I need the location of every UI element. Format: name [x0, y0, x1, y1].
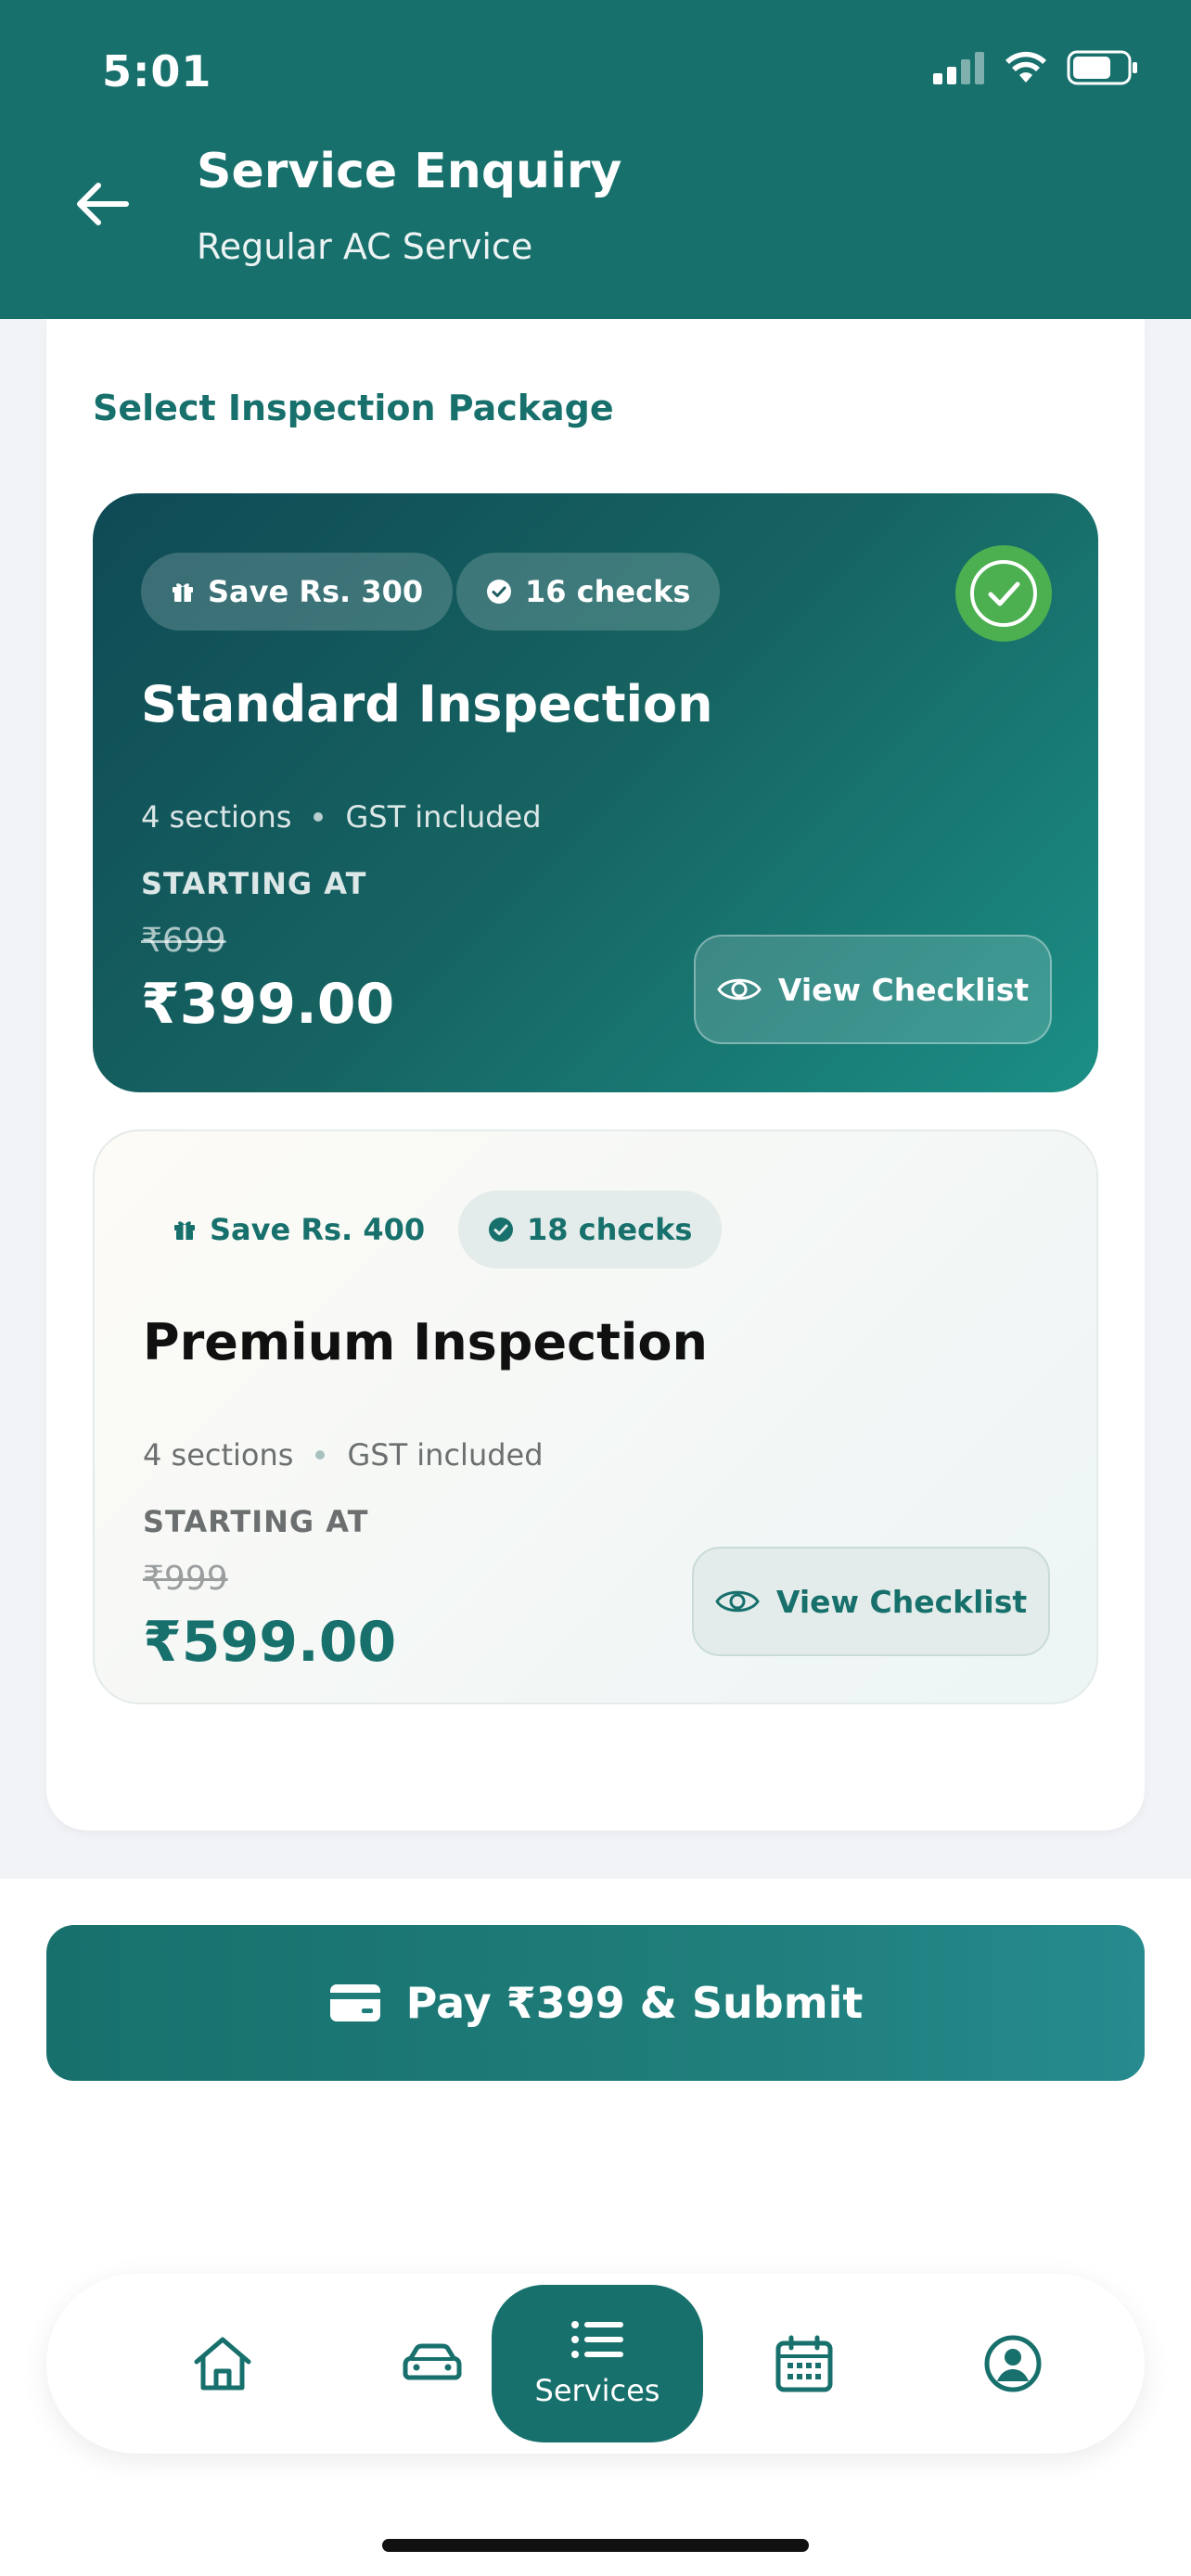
view-checklist-button[interactable]: View Checklist [692, 1547, 1050, 1656]
back-button[interactable] [65, 167, 139, 241]
price: ₹599.00 [143, 1610, 397, 1675]
profile-icon [984, 2335, 1042, 2392]
eye-icon [715, 1590, 760, 1613]
pay-submit-label: Pay ₹399 & Submit [405, 1978, 864, 2028]
pay-submit-button[interactable]: Pay ₹399 & Submit [46, 1925, 1145, 2081]
save-chip: Save Rs. 300 [141, 553, 454, 631]
wifi-icon [1005, 51, 1046, 83]
nav-services[interactable]: Services [492, 2285, 703, 2442]
checks-chip: 16 checks [456, 553, 721, 631]
nav-car[interactable] [358, 2274, 506, 2454]
gift-icon [173, 583, 193, 602]
package-name: Standard Inspection [141, 675, 713, 733]
check-circle-icon [489, 1218, 513, 1242]
battery-icon [1067, 50, 1137, 85]
checks-label: 16 checks [525, 574, 691, 609]
price: ₹399.00 [141, 972, 395, 1037]
view-checklist-button[interactable]: View Checklist [694, 935, 1052, 1044]
old-price: ₹999 [143, 1560, 228, 1598]
section-title: Select Inspection Package [93, 388, 614, 428]
package-meta: 4 sections GST included [143, 1437, 544, 1473]
old-price: ₹699 [141, 922, 226, 960]
gst-text: GST included [345, 799, 542, 835]
eye-icon [717, 978, 762, 1001]
separator-dot [314, 812, 324, 822]
selected-badge [955, 545, 1052, 642]
bottom-navigation: Services [46, 2274, 1145, 2454]
view-checklist-label: View Checklist [775, 1583, 1028, 1620]
package-card-standard[interactable]: Save Rs. 300 16 checks Standard Inspecti… [93, 493, 1098, 1092]
home-icon [194, 2337, 251, 2391]
starting-at-label: STARTING AT [143, 1504, 369, 1539]
checks-label: 18 checks [527, 1212, 693, 1247]
view-checklist-label: View Checklist [777, 971, 1030, 1008]
check-circle-icon [487, 580, 511, 604]
checks-chip: 18 checks [458, 1191, 723, 1269]
gift-icon [174, 1221, 195, 1240]
card-icon [329, 1984, 380, 2021]
nav-services-label: Services [534, 2373, 660, 2408]
page-subtitle: Regular AC Service [197, 226, 533, 267]
package-meta: 4 sections GST included [141, 799, 542, 835]
package-card-premium[interactable]: Save Rs. 400 18 checks Premium Inspectio… [93, 1129, 1098, 1704]
save-label: Save Rs. 300 [208, 574, 424, 609]
app-header: 5:01 Service Enquiry Regular AC Service [0, 0, 1191, 319]
save-chip: Save Rs. 400 [143, 1191, 455, 1269]
status-time: 5:01 [102, 46, 212, 96]
sections-text: 4 sections [141, 799, 292, 835]
calendar-icon [775, 2335, 833, 2392]
car-icon [403, 2343, 462, 2380]
list-icon [571, 2321, 623, 2358]
nav-profile[interactable] [939, 2274, 1087, 2454]
sections-text: 4 sections [143, 1437, 294, 1473]
package-name: Premium Inspection [143, 1313, 708, 1371]
gst-text: GST included [347, 1437, 544, 1473]
signal-icon [933, 52, 984, 84]
home-indicator [382, 2539, 809, 2552]
starting-at-label: STARTING AT [141, 866, 367, 901]
nav-calendar[interactable] [730, 2274, 878, 2454]
separator-dot [315, 1450, 326, 1460]
arrow-left-icon [77, 183, 129, 225]
check-icon [970, 560, 1037, 627]
nav-home[interactable] [148, 2274, 297, 2454]
page-title: Service Enquiry [197, 144, 622, 199]
status-icons [933, 50, 1139, 85]
save-label: Save Rs. 400 [210, 1212, 426, 1247]
